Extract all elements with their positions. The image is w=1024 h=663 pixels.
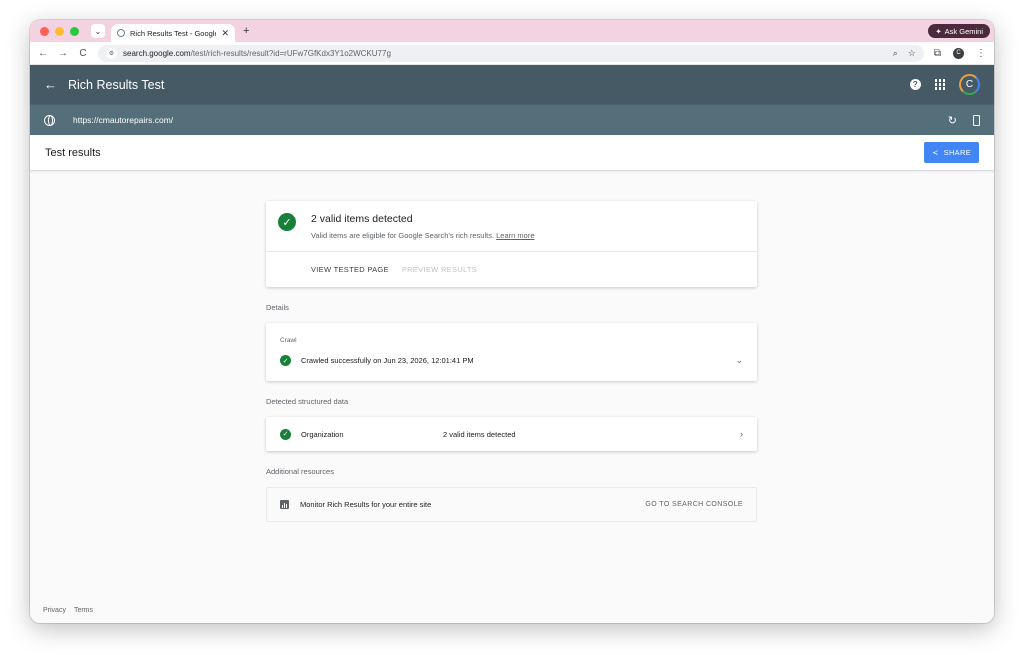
details-label: Details xyxy=(266,303,289,312)
structured-data-row[interactable]: ✓ Organization 2 valid items detected › xyxy=(266,417,757,451)
zoom-window-button[interactable] xyxy=(70,26,79,36)
results-title: Test results xyxy=(45,146,101,159)
crawl-label: Crawl xyxy=(280,337,297,344)
ask-gemini-label: Ask Gemini xyxy=(944,26,983,36)
check-circle-icon: ✓ xyxy=(280,355,291,366)
monitor-text: Monitor Rich Results for your entire sit… xyxy=(300,500,432,509)
summary-headline: 2 valid items detected xyxy=(311,213,413,225)
view-tested-page-button[interactable]: VIEW TESTED PAGE xyxy=(311,265,389,274)
share-icon: ≺ xyxy=(932,148,939,157)
chevron-right-icon[interactable]: › xyxy=(740,429,743,439)
back-arrow-icon[interactable]: ← xyxy=(38,48,48,59)
new-tab-button[interactable]: + xyxy=(243,25,249,37)
share-button[interactable]: ≺ SHARE xyxy=(924,142,979,163)
additional-resources-label: Additional resources xyxy=(266,467,334,476)
tab-title: Rich Results Test - Google Se xyxy=(130,28,217,38)
site-info-icon[interactable]: ⚙ xyxy=(106,47,117,59)
address-url: search.google.com/test/rich-results/resu… xyxy=(123,49,887,58)
tested-url-bar: https://cmautorepairs.com/ ↻ xyxy=(30,104,994,135)
bar-chart-icon xyxy=(280,500,289,509)
structured-data-label: Detected structured data xyxy=(266,397,349,406)
profile-avatar[interactable]: C xyxy=(953,47,964,59)
resource-row: Monitor Rich Results for your entire sit… xyxy=(266,487,757,522)
page-footer: Privacy Terms xyxy=(43,607,93,614)
ask-gemini-button[interactable]: ✦ Ask Gemini xyxy=(928,24,990,38)
back-arrow-icon[interactable]: ← xyxy=(44,77,64,92)
browser-toolbar: ← → C ⚙ search.google.com/test/rich-resu… xyxy=(30,42,994,65)
help-icon[interactable]: ? xyxy=(909,79,921,90)
extensions-icon[interactable]: ⧉ xyxy=(934,48,941,59)
results-main: ✓ 2 valid items detected Valid items are… xyxy=(266,201,757,522)
summary-subtext: Valid items are eligible for Google Sear… xyxy=(311,231,535,240)
reload-icon[interactable]: C xyxy=(78,48,88,59)
bookmark-star-icon[interactable]: ☆ xyxy=(908,48,916,59)
browser-tab[interactable]: Rich Results Test - Google Se ✕ xyxy=(111,24,235,42)
account-avatar[interactable]: C xyxy=(959,74,980,95)
zoom-icon[interactable]: ⌕ xyxy=(893,48,898,59)
favicon-icon xyxy=(117,29,125,37)
more-menu-icon[interactable]: ⋮ xyxy=(976,48,986,59)
minimize-window-button[interactable] xyxy=(55,26,64,36)
share-label: SHARE xyxy=(943,148,971,157)
globe-icon xyxy=(44,114,55,126)
window-controls xyxy=(40,26,79,36)
crawl-status: Crawled successfully on Jun 23, 2026, 12… xyxy=(301,356,474,365)
structured-data-type: Organization xyxy=(301,429,344,439)
tab-strip: ⌄ Rich Results Test - Google Se ✕ + ✦ As… xyxy=(30,20,994,42)
learn-more-link[interactable]: Learn more xyxy=(496,231,534,240)
url-domain: search.google.com xyxy=(123,48,191,58)
tab-search-button[interactable]: ⌄ xyxy=(91,24,105,38)
sparkle-icon: ✦ xyxy=(935,26,942,36)
results-header: Test results ≺ SHARE xyxy=(30,135,994,171)
tested-url[interactable]: https://cmautorepairs.com/ xyxy=(73,115,948,125)
chevron-down-icon: ⌄ xyxy=(94,26,102,36)
retest-icon[interactable]: ↻ xyxy=(948,114,957,127)
close-window-button[interactable] xyxy=(40,26,49,36)
close-tab-icon[interactable]: ✕ xyxy=(221,28,229,39)
apps-grid-icon[interactable] xyxy=(934,79,945,90)
crawl-card[interactable]: Crawl ✓ Crawled successfully on Jun 23, … xyxy=(266,323,757,381)
app-header: ← Rich Results Test ? C xyxy=(30,65,994,104)
search-console-link[interactable]: GO TO SEARCH CONSOLE xyxy=(645,501,743,508)
summary-card: ✓ 2 valid items detected Valid items are… xyxy=(266,201,757,287)
check-circle-icon: ✓ xyxy=(280,428,291,440)
structured-data-count: 2 valid items detected xyxy=(443,429,516,439)
forward-arrow-icon[interactable]: → xyxy=(58,48,68,59)
address-bar[interactable]: ⚙ search.google.com/test/rich-results/re… xyxy=(98,44,924,62)
chevron-down-icon[interactable]: ⌄ xyxy=(735,355,743,366)
check-circle-icon: ✓ xyxy=(278,213,296,231)
preview-results-button[interactable]: PREVIEW RESULTS xyxy=(402,265,477,274)
terms-link[interactable]: Terms xyxy=(74,607,93,614)
smartphone-icon[interactable] xyxy=(973,114,980,126)
summary-subtext-body: Valid items are eligible for Google Sear… xyxy=(311,231,495,240)
url-path: /test/rich-results/result?id=rUFw7GfKdx3… xyxy=(190,48,391,58)
privacy-link[interactable]: Privacy xyxy=(43,607,66,614)
app-title: Rich Results Test xyxy=(68,77,165,92)
